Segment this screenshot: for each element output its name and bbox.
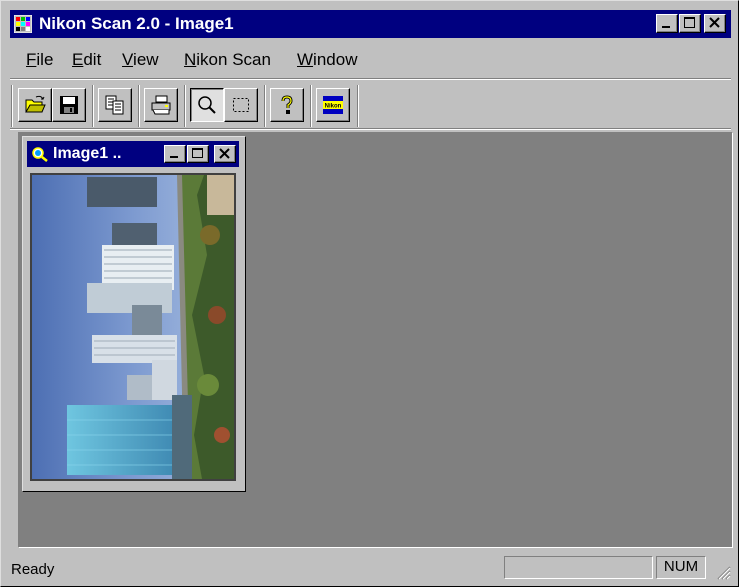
menu-view[interactable]: View bbox=[122, 50, 159, 70]
mdi-workspace[interactable]: Image1 .. bbox=[18, 132, 733, 548]
menu-file[interactable]: File bbox=[26, 50, 53, 70]
svg-text:Nikon: Nikon bbox=[325, 104, 342, 110]
title-bar[interactable]: Nikon Scan 2.0 - Image1 bbox=[10, 10, 731, 38]
nikon-logo-icon: Nikon bbox=[323, 96, 343, 114]
select-button[interactable] bbox=[224, 88, 258, 122]
app-icon bbox=[14, 15, 32, 33]
menu-edit[interactable]: Edit bbox=[72, 50, 101, 70]
toolbar-separator-line bbox=[10, 128, 731, 130]
copy-button[interactable] bbox=[98, 88, 132, 122]
minimize-icon bbox=[170, 156, 178, 158]
child-close-button[interactable] bbox=[214, 145, 236, 163]
toolbar: Nikon bbox=[10, 85, 731, 127]
status-num-indicator: NUM bbox=[656, 556, 706, 579]
toolbar-separator bbox=[184, 85, 186, 127]
print-button[interactable] bbox=[144, 88, 178, 122]
status-pane-empty bbox=[504, 556, 653, 579]
close-icon bbox=[709, 17, 720, 28]
toolbar-end bbox=[357, 85, 359, 127]
print-icon bbox=[151, 95, 171, 115]
save-button[interactable] bbox=[52, 88, 86, 122]
nikon-button[interactable]: Nikon bbox=[316, 88, 350, 122]
city-skyline-image bbox=[32, 175, 234, 479]
maximize-button[interactable] bbox=[679, 14, 701, 33]
close-button[interactable] bbox=[704, 14, 726, 33]
zoom-button[interactable] bbox=[190, 88, 224, 122]
maximize-icon bbox=[684, 17, 695, 28]
image-child-window[interactable]: Image1 .. bbox=[22, 136, 246, 492]
open-icon bbox=[25, 95, 46, 113]
magnifier-icon bbox=[32, 147, 48, 162]
zoom-icon bbox=[198, 96, 216, 114]
status-text: Ready bbox=[11, 561, 55, 578]
toolbar-separator bbox=[264, 85, 266, 127]
help-icon bbox=[281, 95, 293, 114]
scanned-image[interactable] bbox=[30, 173, 236, 481]
marquee-select-icon bbox=[233, 98, 249, 112]
menu-nikon-scan[interactable]: Nikon Scan bbox=[184, 50, 271, 70]
toolbar-grip bbox=[11, 85, 13, 127]
minimize-button[interactable] bbox=[656, 14, 678, 33]
close-icon bbox=[219, 148, 230, 159]
toolbar-separator bbox=[92, 85, 94, 127]
minimize-icon bbox=[662, 26, 670, 28]
window-title: Nikon Scan 2.0 - Image1 bbox=[39, 14, 234, 33]
open-button[interactable] bbox=[18, 88, 52, 122]
toolbar-separator bbox=[138, 85, 140, 127]
maximize-icon bbox=[192, 148, 203, 158]
child-title-bar[interactable]: Image1 .. bbox=[27, 141, 239, 167]
menu-separator bbox=[10, 78, 731, 80]
menu-bar: File Edit View Nikon Scan Window bbox=[10, 45, 731, 75]
status-bar: Ready NUM bbox=[10, 554, 731, 582]
resize-grip-icon[interactable] bbox=[715, 564, 731, 580]
help-button[interactable] bbox=[270, 88, 304, 122]
child-window-title: Image1 .. bbox=[53, 145, 122, 162]
menu-window[interactable]: Window bbox=[297, 50, 357, 70]
child-maximize-button[interactable] bbox=[187, 145, 209, 163]
main-window: Nikon Scan 2.0 - Image1 File Edit View N… bbox=[0, 0, 739, 587]
child-minimize-button[interactable] bbox=[164, 145, 186, 163]
copy-icon bbox=[105, 95, 124, 115]
save-icon bbox=[60, 96, 78, 114]
toolbar-separator bbox=[310, 85, 312, 127]
